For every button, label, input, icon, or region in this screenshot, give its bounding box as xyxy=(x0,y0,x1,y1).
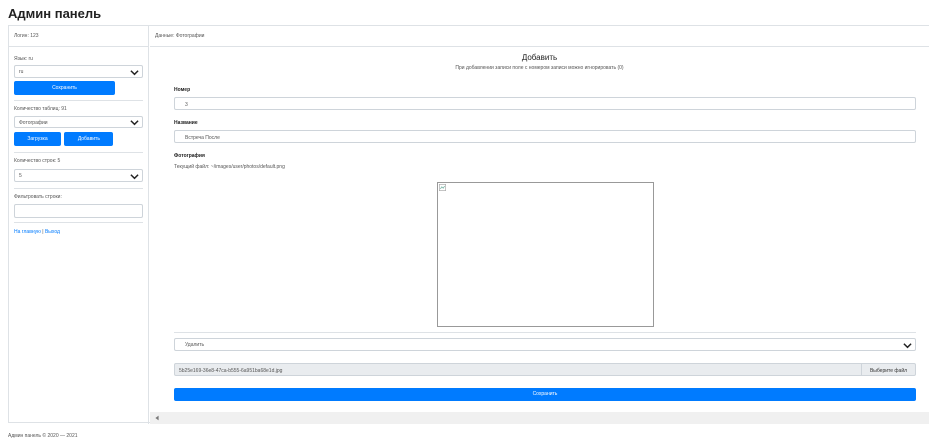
save-button[interactable]: Сохранить xyxy=(174,388,916,401)
scroll-left-icon[interactable] xyxy=(153,414,161,422)
tables-count-label: Количество таблиц: 91 xyxy=(14,106,67,112)
table-select[interactable]: Фотографии xyxy=(14,116,143,128)
language-save-button[interactable]: Сохранить xyxy=(14,81,115,95)
login-label: Логин: 123 xyxy=(9,26,148,47)
file-upload: 5b25e169-36e8-47ca-b555-6a951ba68e1d.jpg… xyxy=(174,363,916,376)
chevron-down-icon xyxy=(130,70,139,76)
chevron-down-icon xyxy=(130,174,139,180)
form-subtitle: При добавлении записи поле с номером зап… xyxy=(455,65,624,71)
data-label: Данные: Фотографии xyxy=(150,26,929,47)
chevron-down-icon xyxy=(130,120,139,126)
language-select-value: ru xyxy=(19,69,24,75)
upload-button[interactable]: Загрузка xyxy=(14,132,61,146)
delete-select[interactable]: Удалить xyxy=(174,338,916,351)
table-select-value: Фотографии xyxy=(19,120,48,126)
broken-image-icon xyxy=(439,184,446,191)
language-label: Язык: ru xyxy=(14,56,33,62)
link-separator: | xyxy=(42,229,44,235)
name-input[interactable]: Встреча После xyxy=(174,130,916,143)
add-button[interactable]: Добавить xyxy=(64,132,114,146)
logout-link[interactable]: Выход xyxy=(45,229,60,235)
sidebar: Логин: 123 Язык: ru ru Сохранить Количес… xyxy=(9,26,149,424)
photo-label: Фотография xyxy=(174,153,205,159)
admin-layout: Логин: 123 Язык: ru ru Сохранить Количес… xyxy=(8,25,929,424)
name-label: Название xyxy=(174,120,198,126)
main-panel: Данные: Фотографии Добавить При добавлен… xyxy=(150,26,929,424)
choose-file-button[interactable]: Выберите файл xyxy=(862,363,916,376)
number-input[interactable]: 3 xyxy=(174,97,916,110)
page-title: Админ панель xyxy=(8,6,102,21)
number-label: Номер xyxy=(174,87,191,93)
rows-count-label: Количество строк: 5 xyxy=(14,158,61,164)
current-file-label: Текущий файл: ~/images/user/photos/defau… xyxy=(174,164,285,170)
filter-label: Фильтровать строки: xyxy=(14,194,62,200)
file-name-field[interactable]: 5b25e169-36e8-47ca-b555-6a951ba68e1d.jpg xyxy=(174,363,862,376)
delete-select-value: Удалить xyxy=(185,342,205,348)
form-title: Добавить xyxy=(521,53,558,62)
photo-preview xyxy=(437,182,654,327)
chevron-down-icon xyxy=(903,343,912,349)
rows-select[interactable]: 5 xyxy=(14,169,143,182)
footer-text: Админ панель © 2020 — 2021 xyxy=(8,433,78,439)
add-form: Добавить При добавлении записи поле с но… xyxy=(150,47,929,412)
filter-input[interactable] xyxy=(14,204,143,218)
home-link[interactable]: На главную xyxy=(14,229,41,235)
rows-select-value: 5 xyxy=(19,173,22,179)
language-select[interactable]: ru xyxy=(14,65,143,78)
horizontal-scrollbar[interactable] xyxy=(150,412,929,424)
